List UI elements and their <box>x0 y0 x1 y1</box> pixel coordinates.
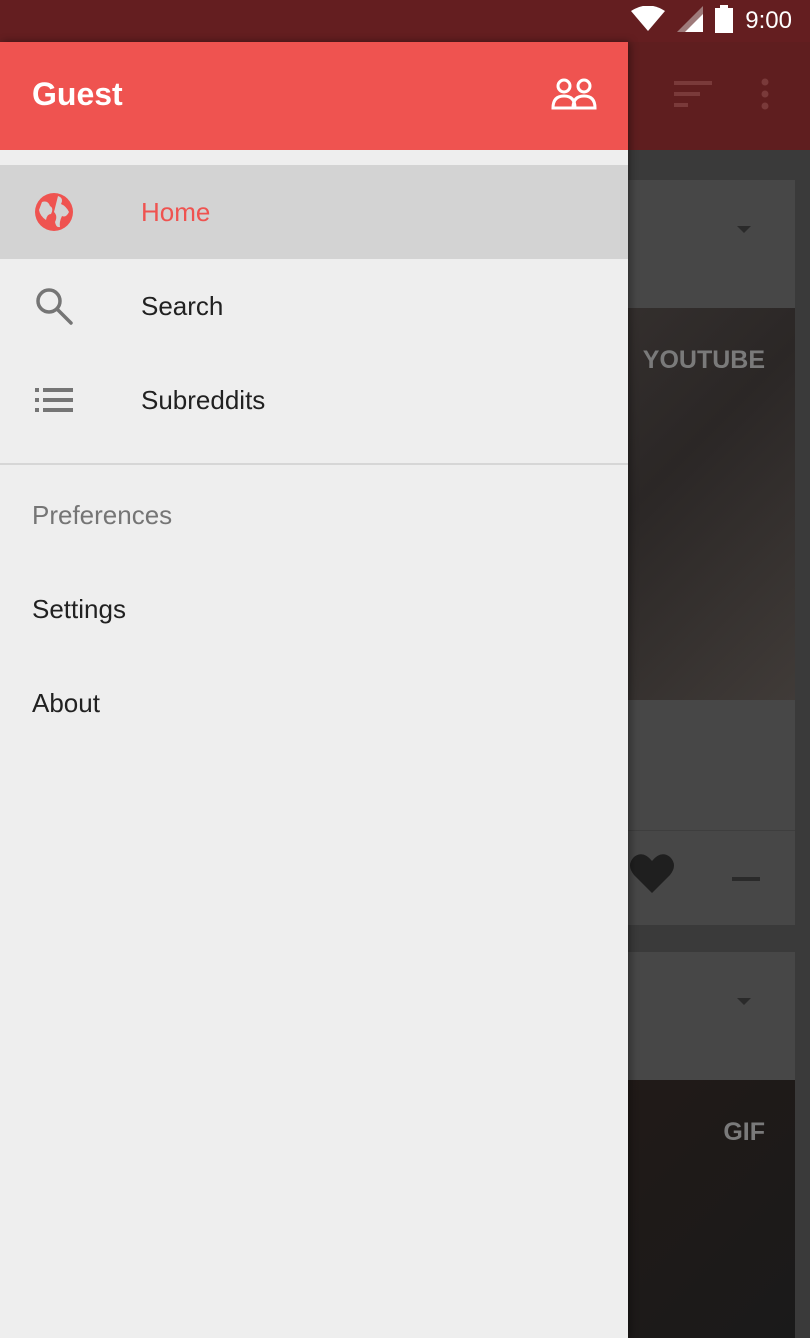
navigation-drawer: Guest Home Search Subreddits Preferences… <box>0 42 628 1338</box>
drawer-header: Guest <box>0 42 628 150</box>
media-tag: YOUTUBE <box>642 346 765 374</box>
nav-item-label: Home <box>141 196 211 227</box>
divider <box>0 463 628 465</box>
status-time: 9:00 <box>745 7 792 34</box>
drawer-title: Guest <box>32 76 123 112</box>
about-item[interactable]: About <box>0 656 628 750</box>
accounts-icon <box>551 78 597 115</box>
about-label: About <box>32 688 100 718</box>
nav-item-label: Search <box>141 290 224 321</box>
status-bar: 9:00 <box>0 0 810 42</box>
wifi-icon <box>631 5 666 37</box>
sort-icon <box>674 81 712 112</box>
accounts-button[interactable] <box>546 72 602 120</box>
status-icons: 9:00 <box>631 0 792 42</box>
cell-signal-icon <box>677 5 704 37</box>
settings-item[interactable]: Settings <box>0 562 628 656</box>
settings-label: Settings <box>32 594 126 624</box>
media-tag: GIF <box>723 1118 765 1146</box>
more-vert-icon <box>760 78 770 115</box>
nav-item-subreddits[interactable]: Subreddits <box>0 353 628 447</box>
nav-item-home[interactable]: Home <box>0 165 628 259</box>
battery-icon <box>715 4 734 38</box>
nav-item-search[interactable]: Search <box>0 259 628 353</box>
heart-icon <box>630 853 674 898</box>
list-icon <box>34 380 74 420</box>
section-header-preferences: Preferences <box>32 500 173 530</box>
nav-list: Home Search Subreddits <box>0 165 628 447</box>
dropdown-arrow-icon <box>737 998 751 1005</box>
search-icon <box>34 286 74 326</box>
globe-icon <box>34 192 74 232</box>
dropdown-arrow-icon <box>737 226 751 233</box>
minus-icon <box>732 877 760 881</box>
nav-item-label: Subreddits <box>141 384 266 415</box>
